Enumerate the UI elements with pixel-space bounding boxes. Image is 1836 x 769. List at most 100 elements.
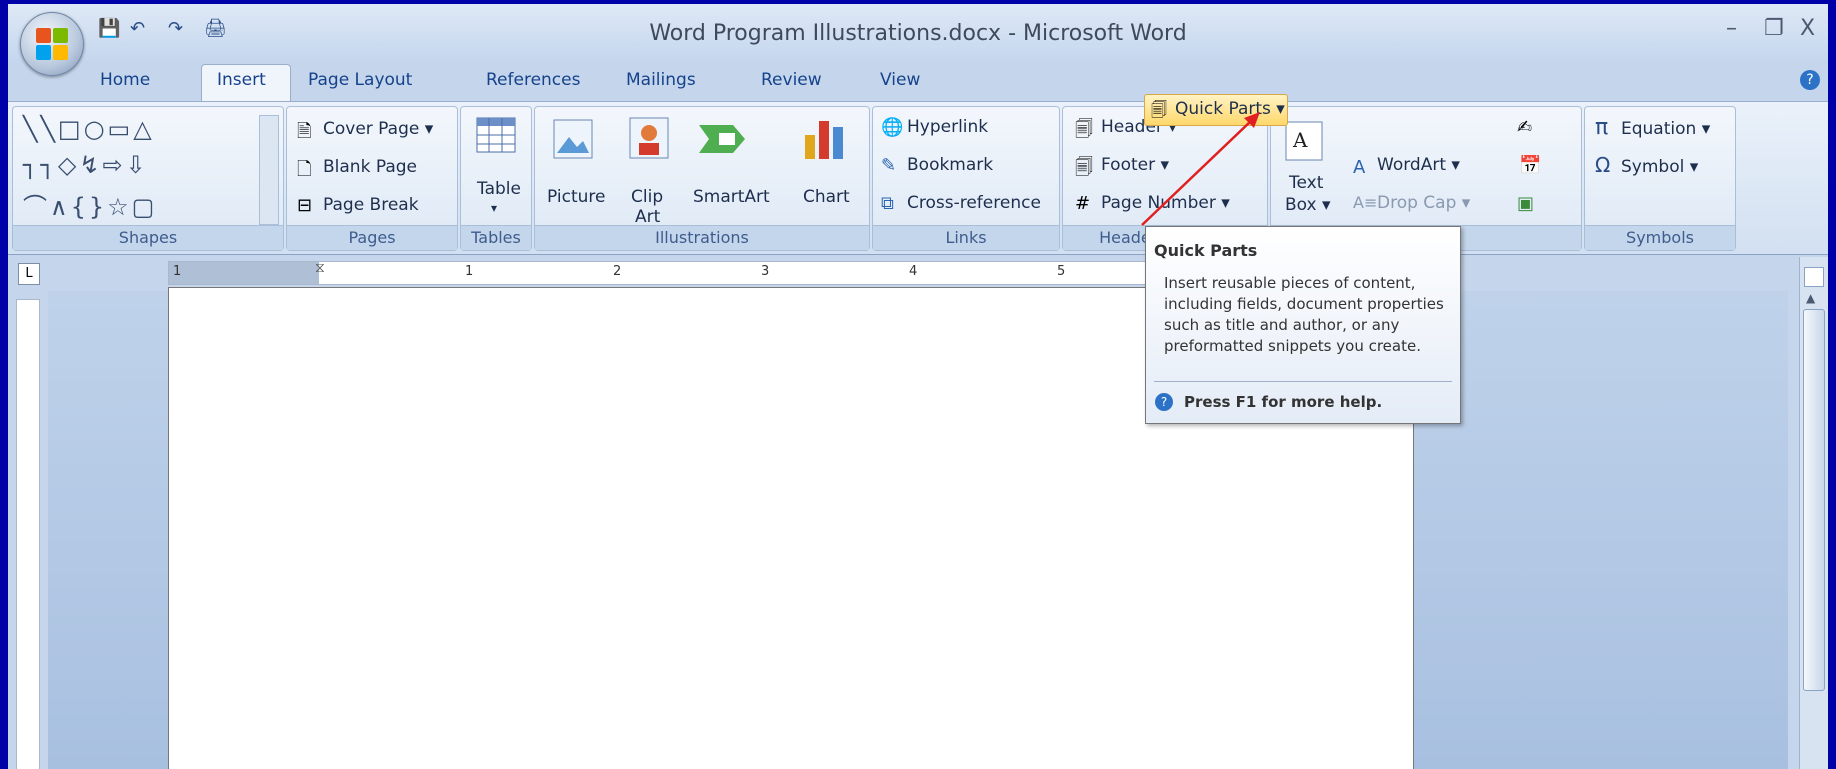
tab-references[interactable]: References bbox=[486, 70, 580, 90]
tab-view[interactable]: View bbox=[880, 70, 920, 90]
footer-button[interactable]: Footer ▾ bbox=[1101, 155, 1169, 175]
picture-icon bbox=[553, 119, 593, 159]
close-button[interactable]: X bbox=[1800, 16, 1815, 41]
footer-icon: 🗐 bbox=[1075, 157, 1093, 178]
vertical-scrollbar[interactable]: ▲ bbox=[1799, 257, 1828, 769]
group-pages: 🗎 Cover Page ▾ 🗋 Blank Page ⊟ Page Break… bbox=[286, 106, 458, 251]
hyperlink-icon: 🌐 bbox=[881, 117, 904, 138]
ruler-number: 1 bbox=[465, 264, 474, 279]
wordart-icon: A bbox=[1353, 157, 1366, 178]
ruler-margin-left bbox=[169, 262, 319, 284]
redo-icon[interactable]: ↷ bbox=[168, 18, 183, 39]
window-title: Word Program Illustrations.docx - Micros… bbox=[649, 21, 1187, 46]
blank-page-button[interactable]: Blank Page bbox=[323, 157, 417, 177]
shapes-gallery-row-2[interactable]: ┐┐◇↯⇨⇩ bbox=[23, 151, 149, 179]
help-icon: ? bbox=[1155, 393, 1173, 411]
print-icon[interactable]: 🖨 bbox=[204, 18, 227, 39]
pi-icon: π bbox=[1595, 115, 1609, 140]
signature-line-icon[interactable]: ✍ bbox=[1517, 117, 1532, 138]
smartart-icon bbox=[699, 125, 745, 153]
cross-reference-icon: ⧉ bbox=[881, 193, 894, 214]
group-tables: Table ▾ Tables bbox=[460, 106, 532, 251]
header-icon: 🗐 bbox=[1075, 119, 1093, 140]
symbol-button[interactable]: Symbol ▾ bbox=[1621, 157, 1698, 177]
quick-parts-button[interactable]: 🗐 Quick Parts ▾ bbox=[1144, 94, 1288, 126]
page-number-icon: # bbox=[1075, 193, 1091, 214]
group-label-pages: Pages bbox=[287, 225, 457, 250]
office-button[interactable] bbox=[20, 12, 84, 76]
text-box-button-line2[interactable]: Box ▾ bbox=[1285, 195, 1331, 215]
group-links: 🌐 Hyperlink ✎ Bookmark ⧉ Cross-reference… bbox=[872, 106, 1060, 251]
tab-mailings[interactable]: Mailings bbox=[626, 70, 696, 90]
ruler-toggle-icon[interactable] bbox=[1804, 267, 1824, 287]
chart-icon bbox=[805, 121, 843, 159]
page-break-button[interactable]: Page Break bbox=[323, 195, 419, 215]
ruler-number: 4 bbox=[909, 264, 918, 279]
help-icon[interactable]: ? bbox=[1800, 70, 1820, 90]
ruler-number: 5 bbox=[1057, 264, 1066, 279]
shapes-gallery-row-3[interactable]: ⌒∧{}☆▢ bbox=[23, 187, 157, 222]
clip-art-button-line1[interactable]: Clip bbox=[631, 187, 663, 207]
group-label-links: Links bbox=[873, 225, 1059, 250]
text-box-button-line1[interactable]: Text bbox=[1289, 173, 1323, 193]
text-box-icon: A bbox=[1285, 121, 1323, 161]
tooltip-divider bbox=[1154, 381, 1452, 382]
cover-page-button[interactable]: Cover Page ▾ bbox=[323, 119, 433, 139]
tab-home[interactable]: Home bbox=[100, 70, 150, 90]
picture-button[interactable]: Picture bbox=[547, 187, 605, 207]
undo-icon[interactable]: ↶ bbox=[130, 18, 145, 39]
chart-button[interactable]: Chart bbox=[803, 187, 850, 207]
date-time-icon[interactable]: 📅 bbox=[1519, 155, 1541, 176]
page-number-button[interactable]: Page Number ▾ bbox=[1101, 193, 1230, 213]
cover-page-icon: 🗎 bbox=[297, 121, 312, 142]
blank-page-icon: 🗋 bbox=[297, 159, 312, 180]
ruler-number: 1 bbox=[173, 264, 182, 279]
shapes-scroll[interactable] bbox=[259, 115, 279, 225]
group-label-shapes: Shapes bbox=[13, 225, 283, 250]
tooltip-help-text: Press F1 for more help. bbox=[1184, 393, 1383, 411]
shapes-gallery-row-1[interactable]: ╲╲□○▭△ bbox=[23, 115, 155, 143]
tooltip-title: Quick Parts bbox=[1154, 241, 1258, 260]
hyperlink-button[interactable]: Hyperlink bbox=[907, 117, 988, 137]
svg-text:A: A bbox=[1292, 128, 1308, 152]
quick-parts-icon: 🗐 bbox=[1151, 100, 1167, 119]
scrollbar-thumb[interactable] bbox=[1803, 309, 1825, 691]
vertical-ruler[interactable] bbox=[16, 299, 40, 769]
group-illustrations: Picture Clip Art SmartArt Chart Illustra… bbox=[534, 106, 870, 251]
title-bar: Word Program Illustrations.docx - Micros… bbox=[8, 4, 1828, 62]
quick-parts-label: Quick Parts ▾ bbox=[1175, 99, 1285, 119]
tooltip-description: Insert reusable pieces of content, inclu… bbox=[1164, 274, 1444, 355]
clip-art-button-line2[interactable]: Art bbox=[635, 207, 660, 227]
drop-cap-button[interactable]: Drop Cap ▾ bbox=[1377, 193, 1470, 213]
ruler-number: 3 bbox=[761, 264, 770, 279]
scroll-up-icon[interactable]: ▲ bbox=[1806, 291, 1815, 305]
wordart-button[interactable]: WordArt ▾ bbox=[1377, 155, 1460, 175]
tab-review[interactable]: Review bbox=[761, 70, 822, 90]
omega-icon: Ω bbox=[1595, 153, 1611, 177]
restore-button[interactable]: ❐ bbox=[1764, 16, 1784, 41]
ribbon: ╲╲□○▭△ ┐┐◇↯⇨⇩ ⌒∧{}☆▢ Shapes 🗎 Cover Page… bbox=[8, 101, 1828, 255]
tab-selector[interactable]: L bbox=[18, 263, 40, 285]
table-icon bbox=[476, 117, 516, 153]
indent-marker-icon[interactable]: ⧖ bbox=[315, 260, 325, 276]
save-icon[interactable]: 💾 bbox=[98, 18, 120, 39]
tab-insert[interactable]: Insert bbox=[217, 70, 266, 90]
group-label-illustrations: Illustrations bbox=[535, 225, 869, 250]
group-symbols: π Equation ▾ Ω Symbol ▾ Symbols bbox=[1584, 106, 1736, 251]
bookmark-button[interactable]: Bookmark bbox=[907, 155, 993, 175]
smartart-button[interactable]: SmartArt bbox=[693, 187, 770, 207]
clip-art-icon bbox=[629, 117, 669, 159]
group-label-tables: Tables bbox=[461, 225, 531, 250]
minimize-button[interactable]: – bbox=[1726, 16, 1737, 41]
tab-page-layout[interactable]: Page Layout bbox=[308, 70, 412, 90]
ruler-number: 2 bbox=[613, 264, 622, 279]
equation-button[interactable]: Equation ▾ bbox=[1621, 119, 1710, 139]
table-button[interactable]: Table bbox=[477, 179, 521, 199]
table-dropdown-arrow[interactable]: ▾ bbox=[491, 201, 497, 215]
horizontal-ruler-row: L 1 1 2 3 4 5 ⧖ bbox=[8, 257, 1828, 291]
quick-parts-tooltip: Quick Parts Insert reusable pieces of co… bbox=[1145, 226, 1461, 424]
object-icon[interactable]: ▣ bbox=[1517, 193, 1534, 214]
bookmark-icon: ✎ bbox=[881, 155, 897, 176]
cross-reference-button[interactable]: Cross-reference bbox=[907, 193, 1041, 213]
ribbon-tabs: Home Insert Page Layout References Maili… bbox=[8, 62, 1828, 105]
